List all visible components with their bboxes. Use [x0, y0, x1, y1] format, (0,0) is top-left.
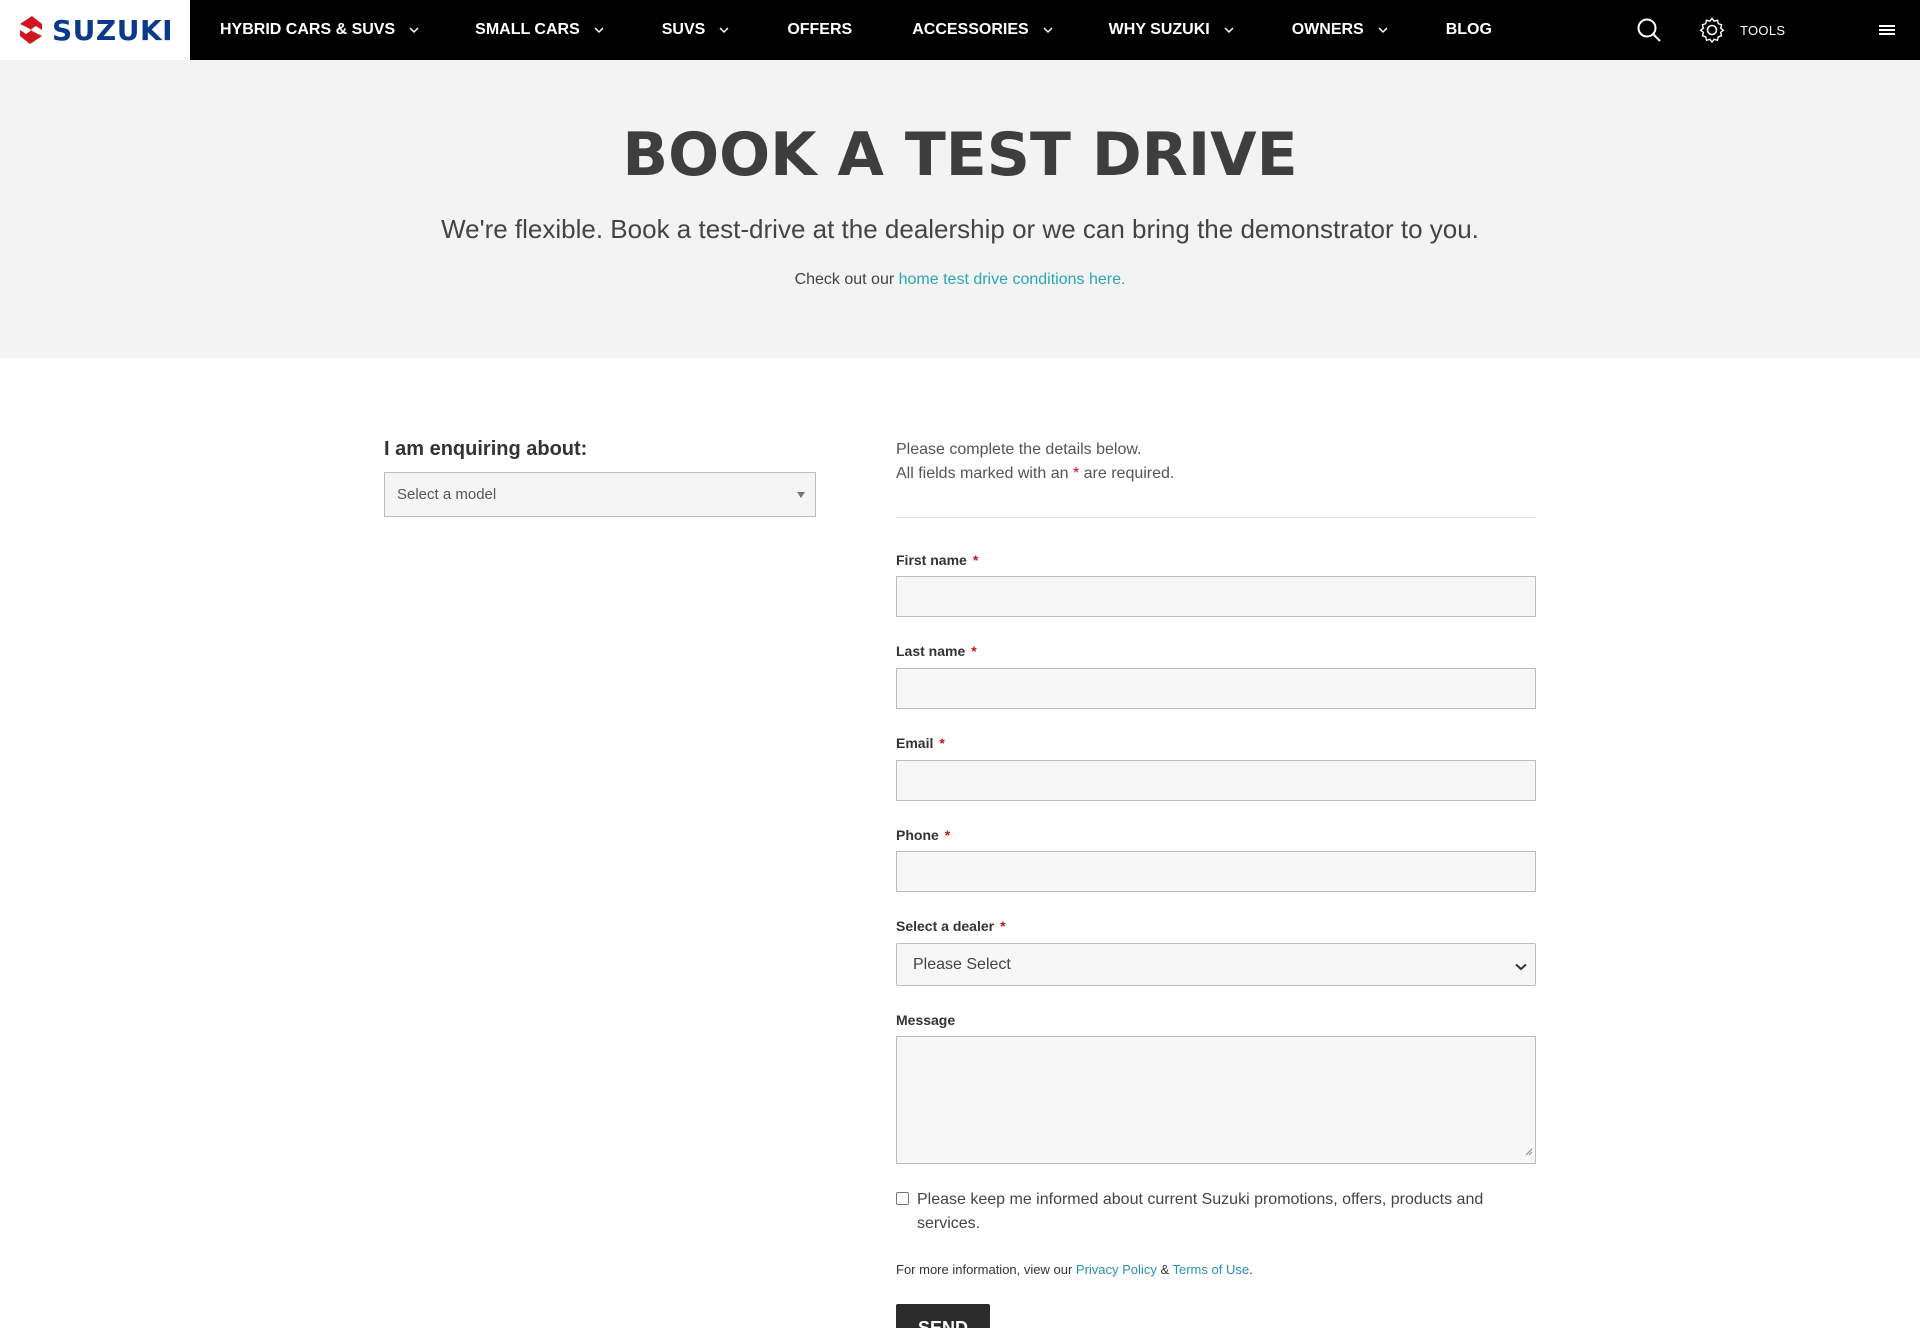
- required-asterisk: *: [1000, 918, 1006, 934]
- nav-item-label: ACCESSORIES: [912, 21, 1029, 38]
- home-test-drive-conditions-link[interactable]: home test drive conditions here.: [899, 271, 1126, 288]
- promotions-checkbox[interactable]: [896, 1192, 909, 1205]
- nav-item-blog[interactable]: BLOG: [1446, 0, 1492, 60]
- message-label: Message: [896, 1012, 956, 1028]
- required-asterisk: *: [944, 827, 951, 843]
- nav-item-offers[interactable]: OFFERS: [787, 0, 852, 60]
- chevron-down-icon: [719, 26, 729, 34]
- tools-button[interactable]: TOOLS: [1698, 16, 1785, 44]
- phone-label: Phone *: [896, 827, 951, 843]
- nav-item-label: HYBRID CARS & SUVS: [220, 21, 396, 38]
- suzuki-logo[interactable]: SUZUKI: [0, 0, 190, 60]
- dealer-label: Select a dealer *: [896, 918, 1006, 934]
- promotions-checkbox-label[interactable]: Please keep me informed about current Su…: [917, 1188, 1507, 1236]
- required-asterisk: *: [939, 735, 945, 751]
- hamburger-menu-icon[interactable]: [1879, 23, 1895, 37]
- nav-item-label: BLOG: [1445, 21, 1492, 38]
- hero-banner: BOOK A TEST DRIVE We're flexible. Book a…: [0, 60, 1920, 358]
- nav-item-suvs[interactable]: SUVS: [662, 0, 730, 60]
- nav-item-label: OWNERS: [1291, 21, 1364, 38]
- form-intro-line2: All fields marked with an * are required…: [896, 465, 1175, 482]
- dealer-select-value: Please Select: [913, 955, 1011, 973]
- nav-item-accessories[interactable]: ACCESSORIES: [912, 0, 1053, 60]
- nav-item-label: OFFERS: [787, 21, 853, 38]
- top-navigation: SUZUKI HYBRID CARS & SUVS SMALL CARS SUV…: [0, 0, 1920, 60]
- nav-item-label: WHY SUZUKI: [1108, 21, 1210, 38]
- required-asterisk: *: [971, 643, 977, 659]
- suzuki-wordmark: SUZUKI: [52, 13, 174, 47]
- terms-of-use-link[interactable]: Terms of Use: [1173, 1262, 1250, 1277]
- chevron-down-icon: [1043, 26, 1053, 34]
- chevron-down-icon: [1224, 26, 1234, 34]
- model-select[interactable]: Select a model: [384, 472, 816, 517]
- page-title: BOOK A TEST DRIVE: [622, 120, 1298, 190]
- tools-label: TOOLS: [1740, 22, 1786, 38]
- form-divider: [896, 517, 1536, 518]
- hero-subtitle: We're flexible. Book a test-drive at the…: [441, 214, 1479, 244]
- nav-item-small-cars[interactable]: SMALL CARS: [475, 0, 604, 60]
- dropdown-arrow-icon: [797, 492, 805, 498]
- email-label: Email *: [896, 735, 945, 751]
- first-name-input[interactable]: [896, 576, 1536, 617]
- form-intro-line1: Please complete the details below.: [896, 441, 1142, 458]
- privacy-policy-link[interactable]: Privacy Policy: [1076, 1262, 1157, 1277]
- model-select-placeholder: Select a model: [397, 486, 497, 503]
- message-textarea[interactable]: [896, 1036, 1536, 1164]
- hero-note-prefix: Check out our: [794, 271, 899, 288]
- gear-icon: [1699, 17, 1725, 44]
- search-icon[interactable]: [1636, 17, 1662, 43]
- chevron-down-icon: [409, 26, 419, 34]
- main-nav: HYBRID CARS & SUVS SMALL CARS SUVS OFFER…: [220, 0, 1492, 60]
- last-name-label: Last name *: [896, 643, 977, 659]
- promotions-opt-in: Please keep me informed about current Su…: [896, 1188, 1536, 1236]
- chevron-down-icon: [594, 26, 604, 34]
- hero-note: Check out our home test drive conditions…: [0, 271, 1920, 289]
- suzuki-s-logo-icon: [20, 16, 42, 44]
- enquiry-label: I am enquiring about:: [384, 438, 588, 460]
- send-button[interactable]: SEND: [896, 1304, 990, 1328]
- chevron-down-icon: [1515, 958, 1527, 976]
- chevron-down-icon: [1378, 26, 1388, 34]
- phone-input[interactable]: [896, 851, 1536, 892]
- first-name-label: First name *: [896, 552, 979, 568]
- nav-item-label: SUVS: [661, 21, 706, 38]
- nav-item-hybrid-cars-suvs[interactable]: HYBRID CARS & SUVS: [220, 0, 419, 60]
- email-input[interactable]: [896, 760, 1536, 801]
- resize-grip-icon[interactable]: [1525, 1143, 1533, 1161]
- nav-item-label: SMALL CARS: [475, 21, 580, 38]
- more-info-text: For more information, view our Privacy P…: [896, 1262, 1253, 1277]
- required-asterisk: *: [972, 552, 979, 568]
- dealer-select[interactable]: Please Select: [896, 943, 1536, 986]
- nav-item-why-suzuki[interactable]: WHY SUZUKI: [1109, 0, 1234, 60]
- form-intro: Please complete the details below. All f…: [896, 438, 1174, 486]
- last-name-input[interactable]: [896, 668, 1536, 709]
- nav-item-owners[interactable]: OWNERS: [1292, 0, 1388, 60]
